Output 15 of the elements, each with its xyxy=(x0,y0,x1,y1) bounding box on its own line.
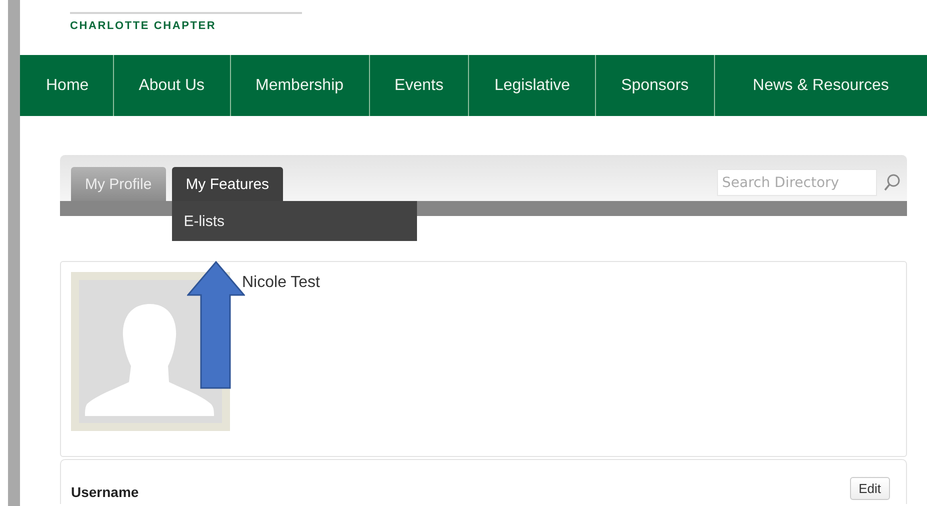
profile-tab[interactable]: My Features xyxy=(172,167,284,201)
nav-link[interactable]: Sponsors xyxy=(596,55,715,116)
field-label: Username xyxy=(71,484,139,500)
search-field[interactable]: Search Directory xyxy=(717,169,877,196)
edit-button[interactable]: Edit xyxy=(850,477,890,500)
search-icon[interactable] xyxy=(883,172,901,192)
nav-link[interactable]: Events xyxy=(370,55,470,116)
logo-subtitle: CHARLOTTE CHAPTER xyxy=(70,20,218,32)
nav-link[interactable]: Membership xyxy=(230,55,370,116)
nav-link[interactable]: News & Resources xyxy=(714,55,927,116)
nav-link[interactable]: Home xyxy=(20,55,114,116)
menu-item[interactable]: E-lists xyxy=(184,212,417,230)
nav-link[interactable]: About Us xyxy=(114,55,230,116)
nav-link[interactable]: Legislative xyxy=(469,55,596,116)
profile-name: Nicole Test xyxy=(242,274,320,293)
